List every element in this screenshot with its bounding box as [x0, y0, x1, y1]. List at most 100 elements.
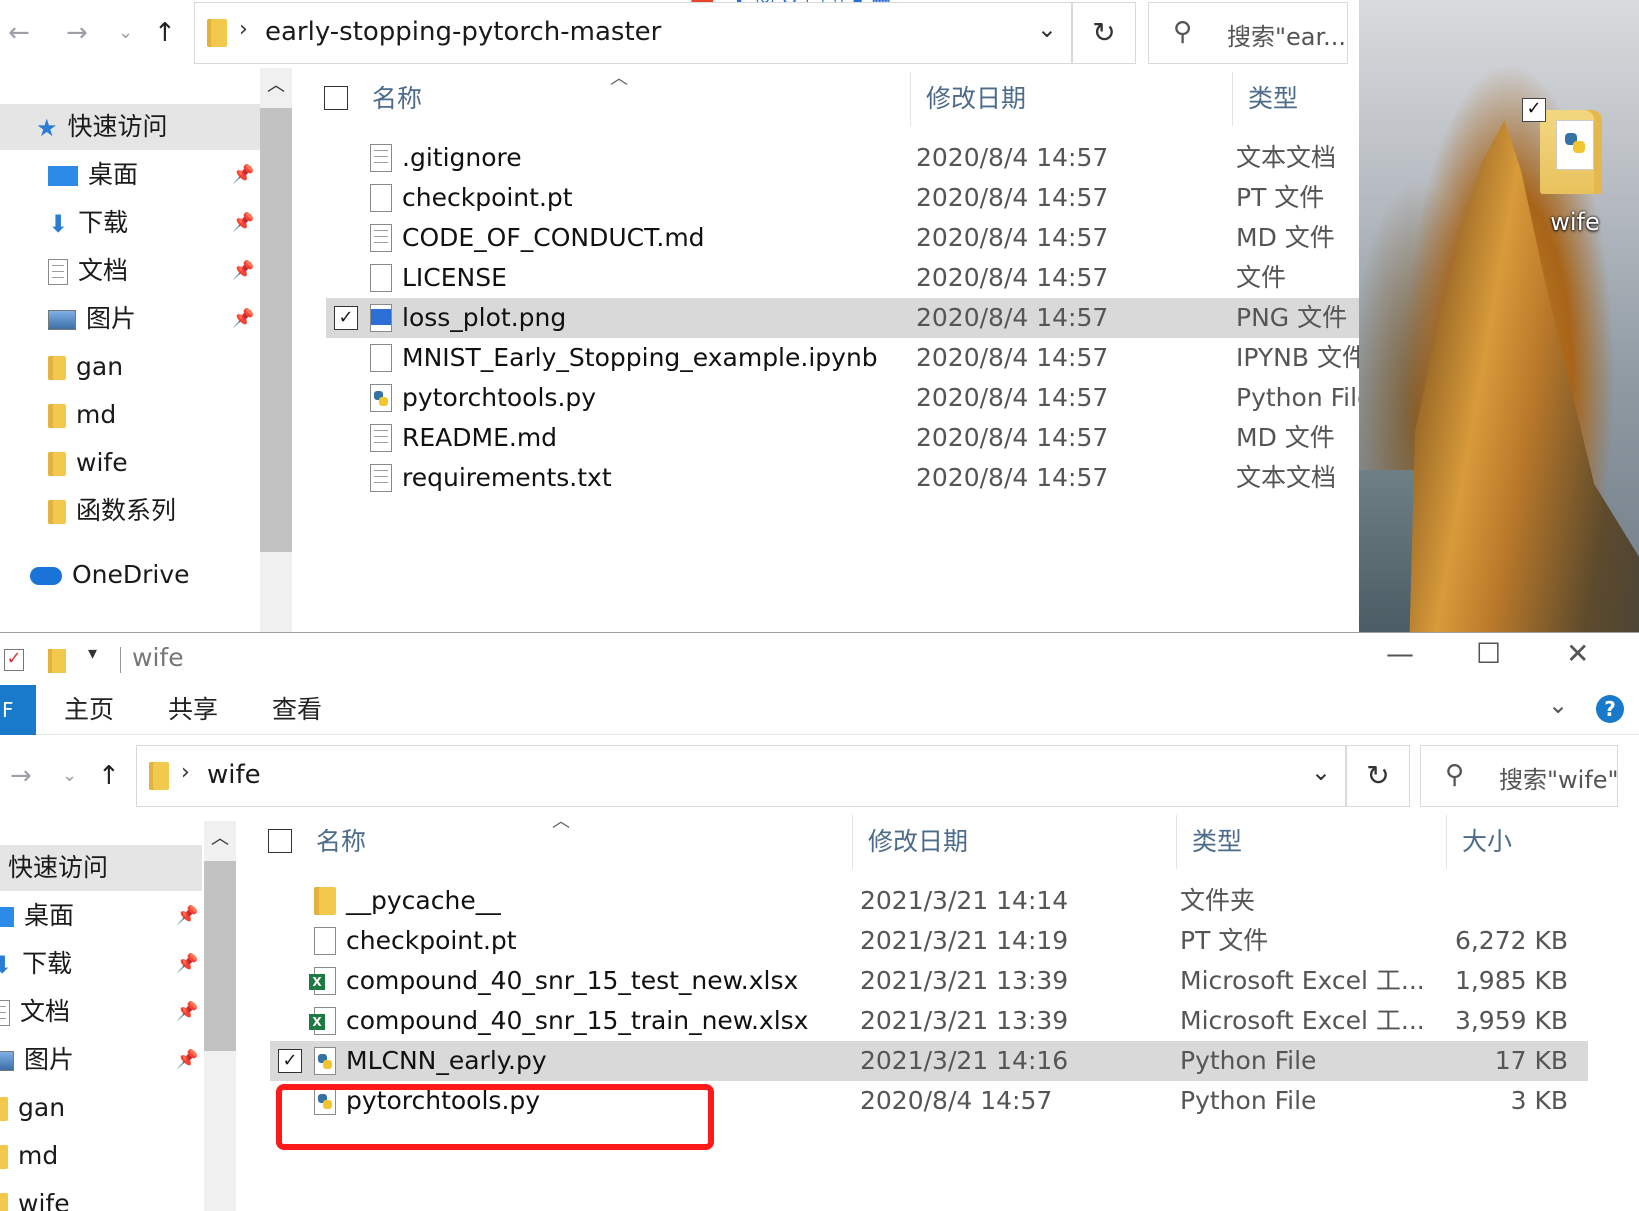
nav-item-wife[interactable]: wife: [48, 440, 128, 486]
nav-item-functions[interactable]: 函数系列: [48, 488, 176, 534]
row-checkbox[interactable]: ✓: [278, 1049, 302, 1073]
pin-icon[interactable]: 📌: [232, 260, 254, 281]
scrollbar-thumb[interactable]: [204, 861, 236, 1051]
nav-item-gan[interactable]: gan: [0, 1085, 65, 1131]
search-input[interactable]: ⚲ 搜索"ear...: [1148, 2, 1348, 64]
pin-icon[interactable]: 📌: [232, 164, 254, 185]
column-header-type[interactable]: 类型: [1248, 68, 1298, 130]
nav-item-documents[interactable]: 文档: [48, 248, 128, 294]
file-type: PT 文件: [1236, 183, 1325, 212]
new-folder-icon[interactable]: [48, 649, 66, 673]
file-row[interactable]: LICENSE 2020/8/4 14:57 文件: [326, 258, 1359, 298]
file-row[interactable]: .gitignore 2020/8/4 14:57 文本文档: [326, 138, 1359, 178]
file-row[interactable]: Xcompound_40_snr_15_test_new.xlsx 2021/3/…: [270, 961, 1588, 1001]
address-bar[interactable]: › wife ⌄: [136, 745, 1346, 807]
nav-item-gan[interactable]: gan: [48, 344, 123, 390]
desktop-icon-checkbox[interactable]: ✓: [1522, 98, 1546, 122]
scroll-up-arrow-icon[interactable]: ︿: [260, 68, 292, 104]
nav-scrollbar[interactable]: ︿: [260, 68, 292, 632]
refresh-button[interactable]: ↻: [1346, 745, 1410, 807]
nav-quick-access[interactable]: 快速访问: [0, 845, 202, 891]
nav-item-md[interactable]: md: [48, 392, 116, 438]
nav-item-md[interactable]: md: [0, 1133, 58, 1179]
column-header-size[interactable]: 大小: [1462, 811, 1512, 873]
sort-ascending-icon: ︿: [610, 68, 628, 89]
scroll-up-arrow-icon[interactable]: ︿: [204, 821, 236, 857]
tab-file[interactable]: F: [0, 685, 36, 735]
chevron-down-icon[interactable]: ⌄: [1311, 758, 1331, 786]
column-divider[interactable]: [1446, 815, 1447, 869]
nav-item-documents[interactable]: 文档: [0, 989, 70, 1035]
file-row[interactable]: Xcompound_40_snr_15_train_new.xlsx 2021/3…: [270, 1001, 1588, 1041]
column-divider[interactable]: [1176, 815, 1177, 869]
column-header-type[interactable]: 类型: [1192, 811, 1242, 873]
nav-onedrive[interactable]: OneDrive: [30, 552, 190, 598]
back-arrow-icon[interactable]: ←: [8, 2, 30, 64]
nav-item-downloads[interactable]: ⬇ 下载: [48, 200, 128, 246]
file-row[interactable]: pytorchtools.py 2020/8/4 14:57 Python File: [326, 378, 1359, 418]
nav-quick-access[interactable]: ★ 快速访问: [0, 104, 260, 150]
nav-scrollbar[interactable]: ︿: [204, 821, 236, 1211]
select-all-checkbox[interactable]: [268, 829, 292, 853]
nav-item-label: 桌面: [24, 901, 75, 930]
file-row[interactable]: ✓ loss_plot.png 2020/8/4 14:57 PNG 文件: [326, 298, 1359, 338]
tab-view[interactable]: 查看: [272, 685, 322, 735]
nav-item-wife[interactable]: wife: [0, 1181, 70, 1211]
nav-item-desktop[interactable]: 桌面: [48, 152, 138, 198]
column-header-name[interactable]: 名称: [316, 811, 366, 873]
help-icon[interactable]: ?: [1596, 695, 1624, 723]
file-row[interactable]: checkpoint.pt 2020/8/4 14:57 PT 文件: [326, 178, 1359, 218]
pin-icon[interactable]: 📌: [176, 1049, 198, 1070]
file-type: MD 文件: [1236, 223, 1335, 252]
chevron-down-icon[interactable]: ⌄: [1037, 15, 1057, 43]
file-row[interactable]: README.md 2020/8/4 14:57 MD 文件: [326, 418, 1359, 458]
file-date: 2020/8/4 14:57: [916, 423, 1109, 452]
up-arrow-icon[interactable]: ↑: [98, 745, 120, 807]
nav-item-desktop[interactable]: 桌面: [0, 893, 74, 939]
chevron-right-icon[interactable]: ›: [239, 17, 248, 42]
tab-home[interactable]: 主页: [64, 685, 114, 735]
file-row[interactable]: CODE_OF_CONDUCT.md 2020/8/4 14:57 MD 文件: [326, 218, 1359, 258]
nav-item-downloads[interactable]: ⬇ 下载: [0, 941, 72, 987]
recent-chevron-icon[interactable]: ⌄: [118, 2, 133, 64]
file-name: CODE_OF_CONDUCT.md: [402, 223, 705, 252]
recent-chevron-icon[interactable]: ⌄: [62, 745, 77, 807]
scrollbar-thumb[interactable]: [260, 108, 292, 552]
column-divider[interactable]: [1232, 72, 1233, 126]
expand-ribbon-icon[interactable]: ⌄: [1548, 691, 1568, 719]
properties-check-icon[interactable]: ✓: [4, 649, 24, 671]
minimize-icon[interactable]: —: [1386, 637, 1414, 670]
search-input[interactable]: ⚲ 搜索"wife": [1420, 745, 1619, 807]
close-icon[interactable]: ✕: [1566, 637, 1589, 670]
file-row[interactable]: checkpoint.pt 2021/3/21 14:19 PT 文件 6,272 K…: [270, 921, 1588, 961]
row-checkbox[interactable]: ✓: [334, 306, 358, 330]
file-row[interactable]: __pycache__ 2021/3/21 14:14 文件夹: [270, 881, 1588, 921]
pin-icon[interactable]: 📌: [232, 212, 254, 233]
column-header-date[interactable]: 修改日期: [868, 811, 968, 873]
column-divider[interactable]: [852, 815, 853, 869]
file-row[interactable]: MNIST_Early_Stopping_example.ipynb 2020/8…: [326, 338, 1359, 378]
pin-icon[interactable]: 📌: [176, 953, 198, 974]
column-header-date[interactable]: 修改日期: [926, 68, 1026, 130]
pin-icon[interactable]: 📌: [176, 905, 198, 926]
address-bar[interactable]: › early-stopping-pytorch-master ⌄: [194, 2, 1072, 64]
nav-item-pictures[interactable]: 图片: [48, 296, 136, 342]
title-bar[interactable]: ✓ ▾ wife — ☐ ✕: [0, 633, 1639, 685]
forward-arrow-icon[interactable]: →: [66, 2, 88, 64]
desktop-folder-icon[interactable]: [1540, 110, 1602, 194]
maximize-icon[interactable]: ☐: [1476, 637, 1501, 670]
file-row[interactable]: ✓ MLCNN_early.py 2021/3/21 14:16 Python Fil…: [270, 1041, 1588, 1081]
forward-arrow-icon[interactable]: →: [10, 745, 32, 807]
chevron-right-icon[interactable]: ›: [181, 760, 190, 785]
refresh-button[interactable]: ↻: [1072, 2, 1136, 64]
pin-icon[interactable]: 📌: [176, 1001, 198, 1022]
tab-share[interactable]: 共享: [168, 685, 218, 735]
column-divider[interactable]: [910, 72, 911, 126]
column-header-name[interactable]: 名称: [372, 68, 422, 130]
file-row[interactable]: requirements.txt 2020/8/4 14:57 文本文档: [326, 458, 1359, 498]
nav-item-pictures[interactable]: 图片: [0, 1037, 74, 1083]
select-all-checkbox[interactable]: [324, 86, 348, 110]
pin-icon[interactable]: 📌: [232, 308, 254, 329]
quick-access-dropdown-icon[interactable]: ▾: [88, 643, 97, 664]
up-arrow-icon[interactable]: ↑: [154, 2, 176, 64]
